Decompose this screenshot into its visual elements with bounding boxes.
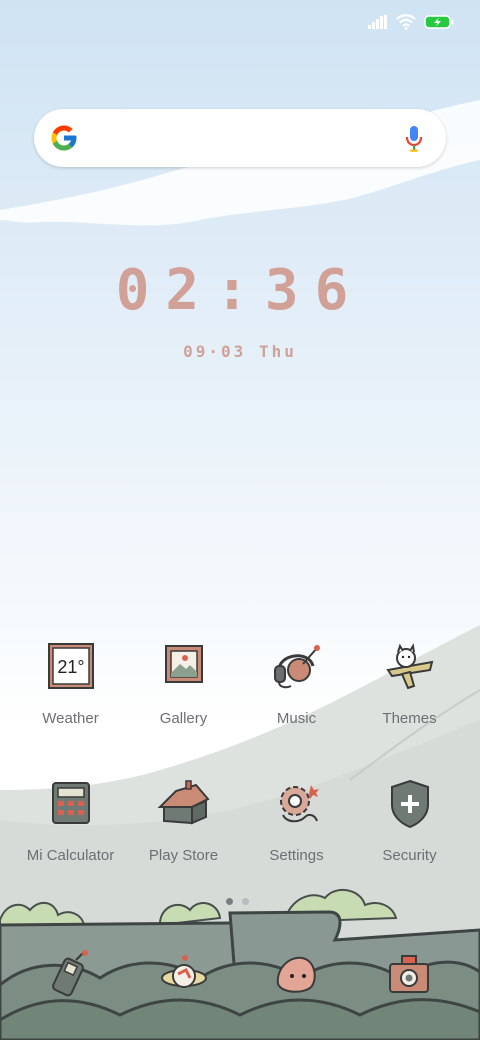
page-dot-2[interactable] — [242, 898, 249, 905]
camera-case-icon[interactable] — [384, 950, 436, 1002]
signal-icon — [368, 15, 387, 29]
page-dot-1[interactable] — [226, 898, 233, 905]
app-label-themes: Themes — [382, 710, 437, 727]
wifi-icon — [396, 14, 416, 30]
app-weather[interactable]: 21° Weather — [14, 640, 127, 727]
app-settings[interactable]: Settings — [240, 777, 353, 864]
app-mi-calculator[interactable]: Mi Calculator — [14, 777, 127, 864]
calculator-icon — [51, 782, 90, 824]
app-themes[interactable]: Themes — [353, 640, 466, 727]
app-label-music: Music — [276, 710, 317, 727]
google-g-icon — [51, 125, 77, 151]
clock-date[interactable]: 09·03 Thu — [0, 342, 480, 361]
play-store-house-icon — [157, 780, 210, 825]
app-play-store[interactable]: Play Store — [127, 777, 240, 864]
app-label-security: Security — [382, 847, 437, 864]
app-music[interactable]: Music — [240, 640, 353, 727]
clock-time[interactable]: 02:36 — [0, 258, 480, 323]
status-bar — [368, 12, 454, 32]
page-indicator[interactable] — [226, 898, 249, 905]
battery-charging-icon — [424, 15, 454, 29]
browser-planet-icon[interactable] — [158, 950, 210, 1002]
settings-gear-icon — [279, 785, 319, 823]
themes-dog-plane-icon — [385, 643, 433, 690]
app-label-mi-calculator: Mi Calculator — [26, 847, 115, 864]
messages-blob-icon[interactable] — [272, 950, 324, 1002]
app-gallery[interactable]: Gallery — [127, 640, 240, 727]
music-headphones-icon — [273, 645, 320, 689]
app-label-play-store: Play Store — [148, 847, 219, 864]
app-label-gallery: Gallery — [159, 710, 208, 727]
weather-badge: 21° — [57, 657, 84, 677]
gallery-frame-icon — [164, 645, 203, 683]
google-search-widget[interactable] — [34, 109, 446, 167]
weather-calendar-icon: 21° — [47, 643, 94, 689]
phone-walkie-icon[interactable] — [46, 950, 98, 1002]
app-label-weather: Weather — [42, 710, 99, 727]
mic-icon[interactable] — [404, 125, 424, 153]
security-shield-icon — [390, 779, 429, 829]
app-security[interactable]: Security — [353, 777, 466, 864]
app-label-settings: Settings — [269, 847, 324, 864]
